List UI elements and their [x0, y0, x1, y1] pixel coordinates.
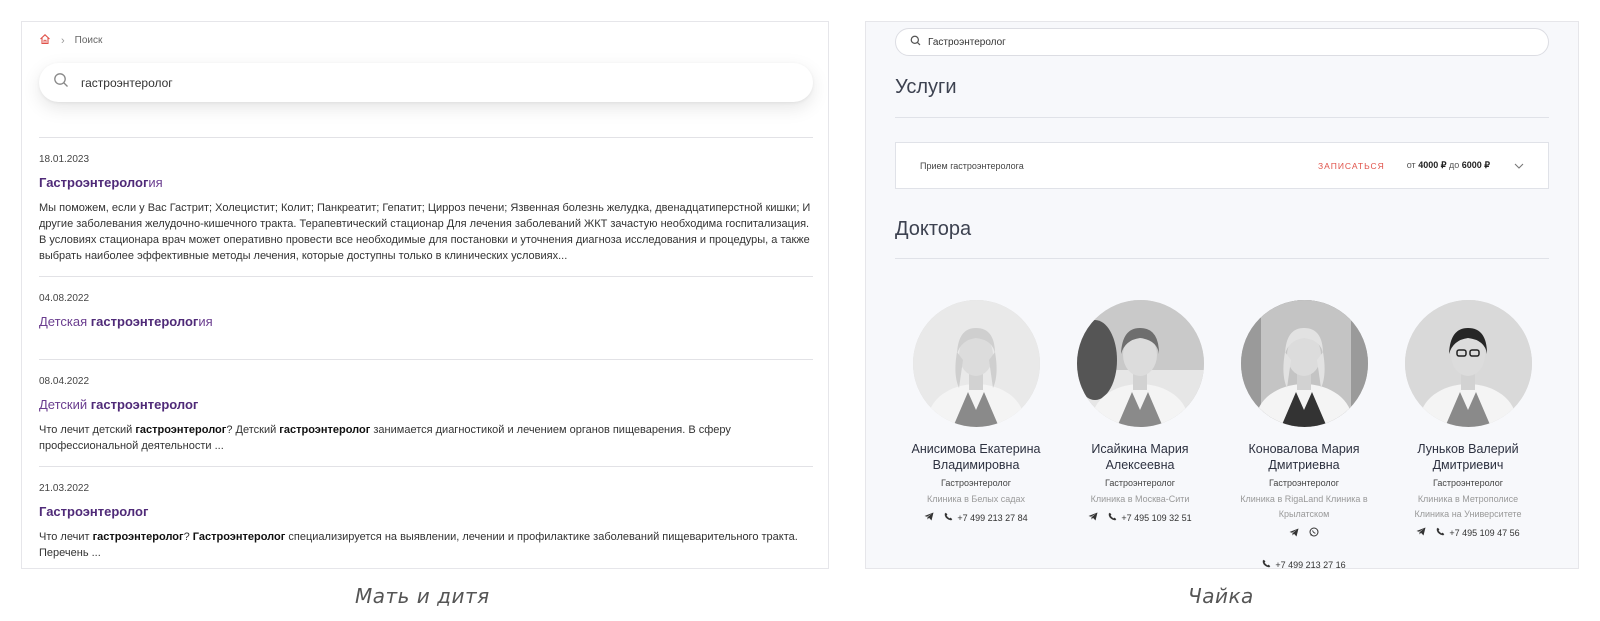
divider	[895, 258, 1549, 259]
chevron-right-icon: ›	[61, 34, 65, 47]
doctor-card[interactable]: Луньков Валерий Дмитриевич Гастроэнтерол…	[1403, 300, 1533, 568]
search-bar[interactable]: гастроэнтеролог	[39, 63, 813, 102]
left-panel: › Поиск гастроэнтеролог 18.01.2023 Гастро…	[21, 21, 829, 569]
result-title-link[interactable]: Детская гастроэнтерология	[39, 314, 813, 329]
divider	[895, 117, 1549, 118]
result-snippet: Что лечит детский гастроэнтеролог? Детск…	[39, 424, 731, 452]
telegram-icon[interactable]	[1416, 527, 1426, 538]
chevron-down-icon[interactable]	[1514, 161, 1524, 171]
caption-left: Мать и дитя	[355, 584, 490, 608]
doctor-clinic: Клиника в Москва-Сити	[1090, 494, 1190, 504]
doctor-contacts: +7 495 109 32 51	[1088, 512, 1192, 523]
telegram-icon[interactable]	[1289, 528, 1299, 539]
doctor-name[interactable]: Анисимова Екатерина Владимировна	[911, 441, 1041, 473]
phone-link[interactable]: +7 499 213 27 84	[944, 512, 1028, 523]
result-date: 08.04.2022	[39, 376, 90, 387]
doctor-clinic: Клиника в Метрополисе Клиника на Универс…	[1414, 494, 1522, 519]
home-icon[interactable]	[39, 33, 51, 48]
phone-icon	[1262, 559, 1271, 568]
phone-link[interactable]: +7 495 109 32 51	[1108, 512, 1192, 523]
phone-icon	[1108, 512, 1117, 523]
search-result: 21.03.2022 Гастроэнтеролог Что лечит гастр…	[39, 466, 813, 568]
whatsapp-icon[interactable]	[1309, 527, 1319, 539]
doctor-photo[interactable]	[912, 300, 1040, 427]
search-icon	[53, 72, 69, 93]
search-result: 08.04.2022 Детский гастроэнтеролог Что леч…	[39, 359, 813, 466]
doctor-card[interactable]: Анисимова Екатерина Владимировна Гастроэ…	[911, 300, 1041, 568]
book-button[interactable]: ЗАПИСАТЬСЯ	[1318, 161, 1385, 171]
telegram-icon[interactable]	[1088, 512, 1098, 523]
result-snippet: Мы поможем, если у Вас Гастрит; Холецист…	[39, 202, 811, 262]
result-snippet: Что лечит гастроэнтеролог? Гастроэнтерол…	[39, 531, 798, 559]
result-title-link[interactable]: Детский гастроэнтеролог	[39, 397, 813, 412]
doctor-specialty: Гастроэнтеролог	[1104, 478, 1176, 488]
services-heading: Услуги	[895, 76, 957, 98]
result-title-link[interactable]: Гастроэнтерология	[39, 175, 813, 190]
doctors-heading: Доктора	[895, 218, 972, 240]
service-row[interactable]: Прием гастроэнтеролога ЗАПИСАТЬСЯ от 400…	[895, 142, 1549, 189]
doctor-photo[interactable]	[1240, 300, 1368, 427]
doctors-list: Анисимова Екатерина Владимировна Гастроэ…	[895, 300, 1549, 568]
right-panel: Гастроэнтеролог Услуги Прием гастроэнтер…	[865, 21, 1579, 569]
search-result: 18.01.2023 Гастроэнтерология Мы поможем, е…	[39, 137, 813, 276]
phone-icon	[944, 512, 953, 523]
doctor-contacts: +7 495 109 47 56	[1416, 527, 1520, 538]
doctor-card[interactable]: Исайкина Мария Алексеевна Гастроэнтероло…	[1075, 300, 1205, 568]
search-results: 18.01.2023 Гастроэнтерология Мы поможем, е…	[39, 137, 813, 568]
result-date: 18.01.2023	[39, 154, 90, 165]
doctor-clinic: Клиника в Белых садах	[926, 494, 1026, 504]
doctor-photo[interactable]	[1076, 300, 1204, 427]
result-title-link[interactable]: Гастроэнтеролог	[39, 504, 813, 519]
doctor-name[interactable]: Коновалова Мария Дмитриевна	[1239, 441, 1369, 473]
search-bar[interactable]: Гастроэнтеролог	[895, 28, 1549, 56]
phone-icon	[1436, 527, 1445, 538]
doctor-clinic: Клиника в RigaLand Клиника в Крылатском	[1240, 494, 1368, 519]
doctor-name[interactable]: Исайкина Мария Алексеевна	[1075, 441, 1205, 473]
caption-right: Чайка	[1188, 584, 1254, 608]
search-input[interactable]: Гастроэнтеролог	[928, 37, 1006, 48]
service-name: Прием гастроэнтеролога	[920, 160, 1024, 171]
service-price: от 4000 ₽ до 6000 ₽	[1406, 160, 1490, 170]
phone-link[interactable]: +7 499 213 27 16	[1262, 559, 1346, 568]
doctor-specialty: Гастроэнтеролог	[1432, 478, 1504, 488]
result-date: 04.08.2022	[39, 293, 90, 304]
search-icon	[910, 33, 921, 51]
search-result: 04.08.2022 Детская гастроэнтерология	[39, 276, 813, 359]
search-input[interactable]: гастроэнтеролог	[81, 76, 173, 90]
breadcrumb: › Поиск	[39, 33, 102, 48]
telegram-icon[interactable]	[924, 512, 934, 523]
doctor-contacts: +7 499 213 27 84	[924, 512, 1028, 523]
doctor-specialty: Гастроэнтеролог	[1268, 478, 1340, 488]
phone-link[interactable]: +7 495 109 47 56	[1436, 527, 1520, 538]
breadcrumb-current: Поиск	[74, 35, 103, 46]
doctor-contacts: +7 499 213 27 16	[1239, 527, 1369, 568]
result-date: 21.03.2022	[39, 483, 90, 494]
doctor-photo[interactable]	[1404, 300, 1532, 427]
doctor-name[interactable]: Луньков Валерий Дмитриевич	[1403, 441, 1533, 473]
doctor-card[interactable]: Коновалова Мария Дмитриевна Гастроэнтеро…	[1239, 300, 1369, 568]
doctor-specialty: Гастроэнтеролог	[940, 478, 1012, 488]
